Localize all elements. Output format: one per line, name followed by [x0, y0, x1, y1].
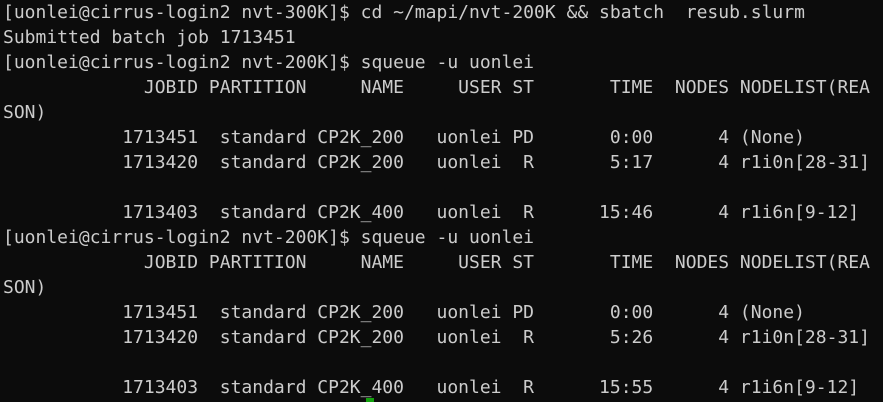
- terminal-line: 1713420 standard CP2K_200 uonlei R 5:17 …: [3, 152, 870, 173]
- terminal-line: [uonlei@cirrus-login2 nvt-300K]$ cd ~/ma…: [3, 2, 805, 23]
- terminal-line: Submitted batch job 1713451: [3, 27, 296, 48]
- terminal-line: SON): [3, 102, 47, 123]
- terminal-line: 1713403 standard CP2K_400 uonlei R 15:55…: [3, 377, 860, 398]
- terminal-line: [uonlei@cirrus-login2 nvt-200K]$ squeue …: [3, 52, 535, 73]
- terminal-line: JOBID PARTITION NAME USER ST TIME NODES …: [3, 252, 870, 273]
- terminal-line: SON): [3, 277, 47, 298]
- terminal-line: [uonlei@cirrus-login2 nvt-200K]$ squeue …: [3, 227, 535, 248]
- terminal-line: 1713451 standard CP2K_200 uonlei PD 0:00…: [3, 302, 805, 323]
- terminal-line: 1713451 standard CP2K_200 uonlei PD 0:00…: [3, 127, 805, 148]
- text-cursor: [366, 398, 374, 402]
- terminal-line: 1713420 standard CP2K_200 uonlei R 5:26 …: [3, 327, 870, 348]
- terminal-line: 1713403 standard CP2K_400 uonlei R 15:46…: [3, 202, 860, 223]
- terminal-window[interactable]: [uonlei@cirrus-login2 nvt-300K]$ cd ~/ma…: [0, 0, 883, 402]
- terminal-line: JOBID PARTITION NAME USER ST TIME NODES …: [3, 77, 870, 98]
